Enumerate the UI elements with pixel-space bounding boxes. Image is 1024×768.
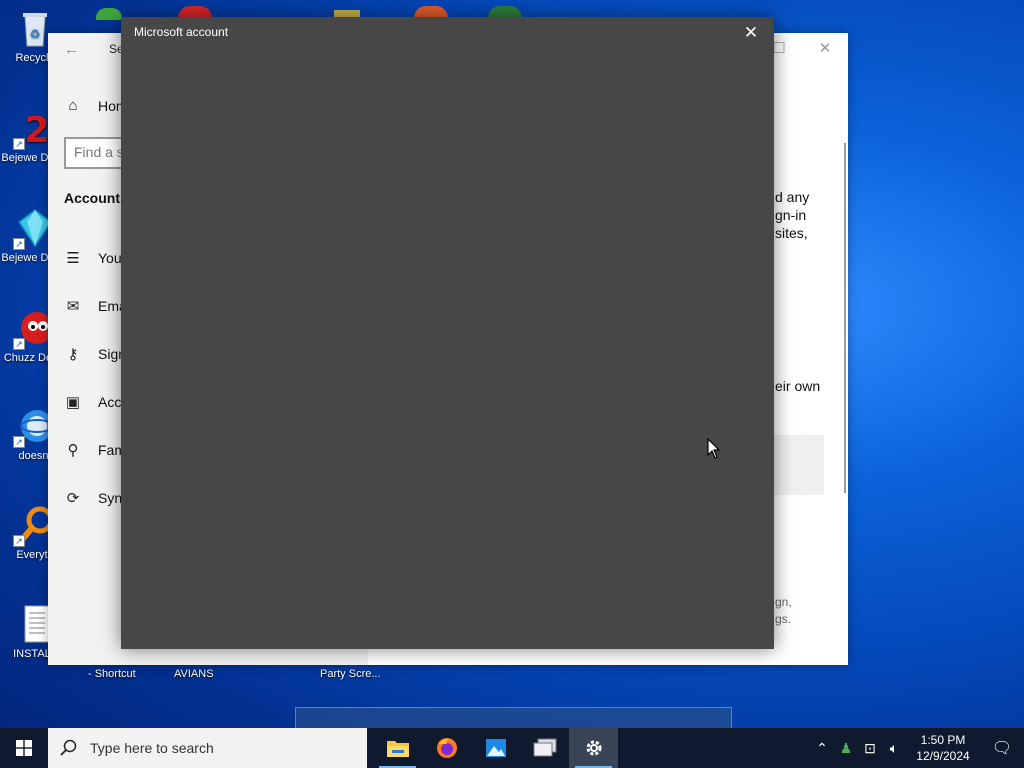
taskbar-app-window[interactable]: [520, 728, 569, 768]
settings-card[interactable]: [774, 435, 824, 495]
nav-item-family[interactable]: ⚲ Fam: [64, 441, 127, 459]
svg-text:♻: ♻: [30, 27, 41, 41]
desktop-icon-label[interactable]: AVIANS: [174, 668, 214, 680]
shortcut-arrow-icon: ↗: [13, 138, 25, 150]
body-text-block: d any gn-in sites,: [775, 188, 809, 242]
chevron-up-icon[interactable]: ⌃: [810, 740, 834, 757]
taskbar-search-box[interactable]: Type here to search: [48, 728, 367, 768]
svg-text:2: 2: [24, 110, 49, 150]
nav-item-access-work[interactable]: ▣ Acce: [64, 393, 129, 411]
person-add-icon: ⚲: [67, 442, 79, 459]
notification-icon[interactable]: 🗨︎: [980, 738, 1024, 758]
taskbar-settings[interactable]: [569, 728, 618, 768]
search-placeholder: Type here to search: [90, 740, 214, 756]
body-line: d any: [775, 189, 810, 205]
taskbar-file-explorer[interactable]: [373, 728, 422, 768]
windows-logo-icon: [16, 740, 32, 756]
close-icon[interactable]: ✕: [802, 33, 848, 65]
briefcase-icon: ▣: [65, 394, 81, 411]
clock-date: 12/9/2024: [916, 749, 970, 763]
shortcut-arrow-icon: ↗: [13, 238, 25, 250]
firefox-icon: [436, 738, 457, 758]
system-tray: ⌃ ♟ ⊡ 🔈︎ 1:50 PM 12/9/2024 🗨︎: [810, 728, 1024, 768]
small-line: gs.: [775, 612, 792, 626]
close-icon[interactable]: ✕: [734, 19, 768, 47]
network-icon[interactable]: ⊡: [858, 740, 882, 757]
clock[interactable]: 1:50 PM 12/9/2024: [906, 732, 980, 764]
desktop-icon-label[interactable]: - Shortcut: [88, 668, 136, 680]
mail-icon: ✉: [66, 298, 80, 315]
back-arrow-icon[interactable]: ←: [64, 41, 79, 58]
section-title: Accounts: [64, 190, 128, 206]
mouse-pointer-icon: [707, 438, 721, 459]
gear-icon: [586, 740, 601, 756]
shortcut-arrow-icon: ↗: [13, 535, 25, 547]
contact-card-icon: ☰: [66, 250, 80, 267]
small-line: gn,: [775, 595, 792, 609]
shortcut-arrow-icon: ↗: [13, 338, 25, 350]
home-icon: ⌂: [68, 97, 78, 114]
window-stack-icon: [533, 738, 556, 757]
key-icon: ⚷: [67, 346, 79, 363]
dialog-title: Microsoft account: [134, 25, 229, 39]
search-icon: [60, 739, 77, 756]
nav-item-sync[interactable]: ⟳ Sync: [64, 489, 129, 507]
body-line: sites,: [775, 225, 808, 241]
small-text-block: gn, gs.: [775, 594, 792, 628]
desktop-icon-label[interactable]: Party Scre...: [320, 668, 381, 680]
shortcut-arrow-icon: ↗: [13, 436, 25, 448]
sync-icon: ⟳: [66, 490, 80, 507]
clock-time: 1:50 PM: [920, 733, 966, 747]
volume-icon[interactable]: 🔈︎: [882, 740, 906, 757]
body-line: eir own: [775, 378, 821, 394]
taskbar-firefox[interactable]: [422, 728, 471, 768]
desktop-icon-partial-1[interactable]: [96, 8, 122, 20]
taskbar: Type here to search ⌃ ♟ ⊡ 🔈︎ 1:50 PM 12/…: [0, 728, 1024, 768]
body-line: gn-in: [775, 207, 807, 223]
taskbar-thumbnail-preview: [295, 707, 732, 729]
start-button[interactable]: [0, 728, 48, 768]
nav-item-sign-in[interactable]: ⚷ Sign: [64, 345, 127, 363]
scrollbar[interactable]: [844, 143, 846, 493]
microsoft-account-dialog: Microsoft account ✕: [121, 17, 774, 649]
photos-icon: [485, 739, 506, 757]
taskbar-photos[interactable]: [471, 728, 520, 768]
folder-icon: [386, 741, 409, 757]
nav-item-email[interactable]: ✉ Ema: [64, 297, 127, 315]
nav-item-your-info[interactable]: ☰ Your: [64, 249, 126, 267]
nav-home[interactable]: ⌂ Hom: [64, 97, 127, 114]
user-status-icon[interactable]: ♟: [834, 740, 858, 757]
